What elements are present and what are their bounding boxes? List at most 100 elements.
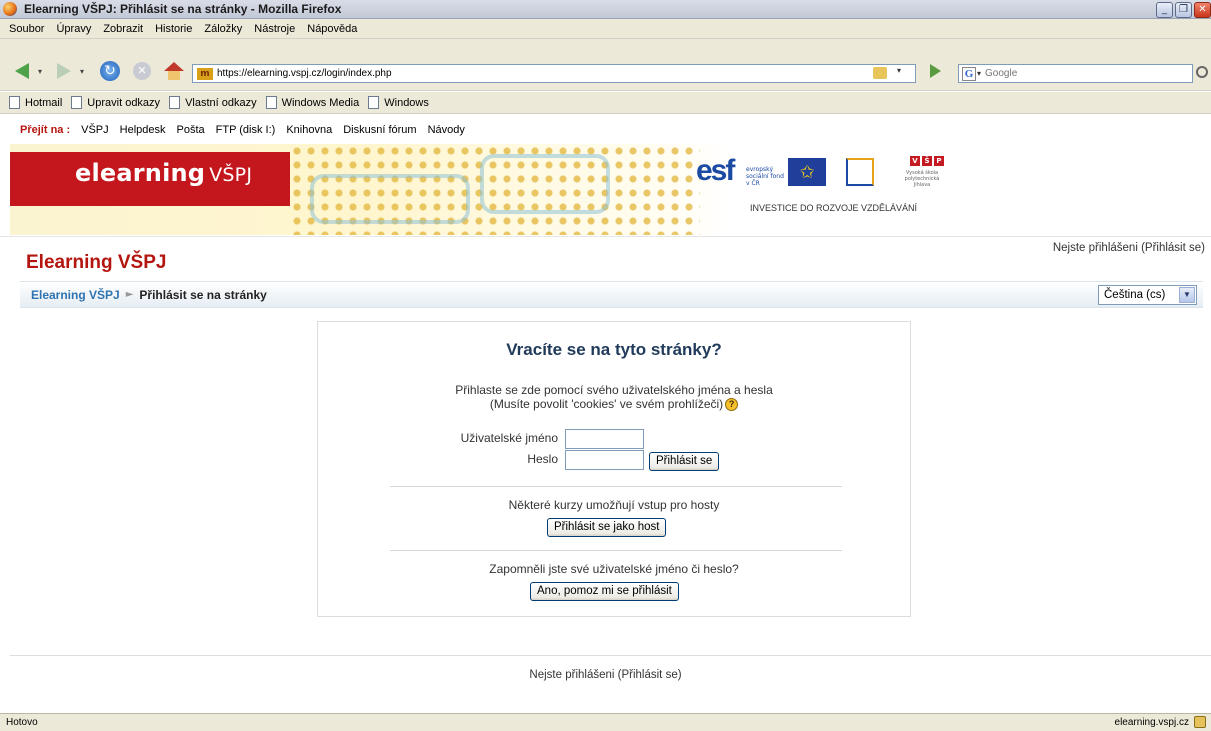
bookmark-label: Vlastní odkazy [185,96,257,109]
school-logo: V Š P [910,156,944,166]
menu-napoveda[interactable]: Nápověda [307,23,357,35]
search-box[interactable]: G ▾ [958,64,1193,83]
forward-button[interactable] [50,60,78,82]
op-logo-icon [846,158,874,186]
password-input[interactable] [565,450,644,470]
login-description: Přihlaste se zde pomocí svého uživatelsk… [318,383,910,412]
search-engine-icon[interactable]: G [962,66,976,81]
close-icon[interactable]: ✕ [1194,1,1211,18]
bookmark-windows[interactable]: Windows [368,96,429,109]
login-divider [390,486,842,487]
school-logo-letter: V [910,156,920,166]
reload-button[interactable]: ↻ [96,60,124,82]
site-favicon-icon: m [197,67,213,80]
login-info-prefix: Nejste přihlášeni ( [1052,242,1145,254]
site-logo[interactable]: elearning VŠPJ [75,159,252,187]
bookmark-label: Windows [384,96,429,109]
quicklink-knihovna[interactable]: Knihovna [286,124,332,136]
login-submit-button[interactable]: Přihlásit se [649,452,720,471]
window-title: Elearning VŠPJ: Přihlásit se na stránky … [24,2,342,16]
school-logo-letter: P [934,156,944,166]
login-divider [390,550,842,551]
logo-suffix-text: VŠPJ [209,164,253,186]
breadcrumb-separator-icon: ► [125,289,134,300]
menu-nastroje[interactable]: Nástroje [254,23,295,35]
home-icon [164,62,184,80]
footer-divider [10,655,1211,656]
bookmark-hotmail[interactable]: Hotmail [9,96,62,109]
url-bar[interactable]: m https://elearning.vspj.cz/login/index.… [192,64,916,83]
back-history-dropdown[interactable]: ▾ [34,60,46,82]
quicklink-posta[interactable]: Pošta [177,124,205,136]
home-button[interactable] [160,60,188,82]
stop-button[interactable]: ✕ [128,60,156,82]
bookmark-windows-media[interactable]: Windows Media [265,96,359,109]
back-button[interactable] [8,60,36,82]
forward-arrow-icon [57,63,71,79]
banner-decoration [310,174,470,224]
language-select[interactable]: Čeština (cs) ▼ [1098,285,1197,305]
username-label: Uživatelské jméno [460,431,558,445]
quicklink-ftp[interactable]: FTP (disk I:) [216,124,276,136]
menu-zalozky[interactable]: Záložky [204,23,242,35]
esf-logo: esf [696,154,735,187]
quicklink-forum[interactable]: Diskusní fórum [343,124,416,136]
search-icon[interactable] [1196,66,1208,78]
page-icon [265,96,277,109]
login-heading: Vracíte se na tyto stránky? [506,340,722,359]
forgot-password-button[interactable]: Ano, pomoz mi se přihlásit [530,582,679,601]
footer-info-prefix: Nejste přihlášeni ( [529,669,622,681]
padlock-icon[interactable] [1194,716,1206,728]
login-link-top[interactable]: Přihlásit se [1145,242,1201,254]
go-button[interactable] [930,64,941,78]
chevron-down-icon: ▾ [37,66,42,76]
quicklink-helpdesk[interactable]: Helpdesk [120,124,166,136]
url-history-dropdown-icon[interactable]: ▾ [897,66,901,75]
page-title: Elearning VŠPJ [26,252,167,273]
bookmark-label: Hotmail [25,96,63,109]
bookmark-vlastni-odkazy[interactable]: Vlastní odkazy [169,96,257,109]
login-desc-line2: (Musíte povolit 'cookies' ve svém prohlí… [489,397,724,411]
reload-icon: ↻ [100,61,120,81]
guest-login-button[interactable]: Přihlásit se jako host [547,518,667,537]
school-logo-subtitle: Vysoká škola polytechnická Jihlava [904,170,940,188]
username-input[interactable] [565,429,644,449]
rss-icon[interactable] [873,67,887,79]
search-input[interactable] [985,68,1166,79]
login-info-suffix: ) [1201,242,1205,254]
menu-soubor[interactable]: Soubor [9,23,44,35]
bookmarks-toolbar: Hotmail Upravit odkazy Vlastní odkazy Wi… [0,92,1211,114]
status-domain: elearning.vspj.cz [1114,717,1189,728]
eu-caption: INVESTICE DO ROZVOJE VZDĚLÁVÁNÍ [750,203,918,213]
banner-decoration [480,154,610,214]
menu-zobrazit[interactable]: Zobrazit [103,23,143,35]
restore-icon[interactable]: ❐ [1175,1,1192,18]
bookmark-upravit-odkazy[interactable]: Upravit odkazy [71,96,160,109]
page-icon [71,96,83,109]
window-titlebar: Elearning VŠPJ: Přihlásit se na stránky … [0,0,1211,19]
chevron-down-icon[interactable]: ▾ [977,69,981,78]
page-icon [368,96,380,109]
quicklink-vspj[interactable]: VŠPJ [81,124,109,136]
menu-historie[interactable]: Historie [155,23,192,35]
minimize-icon[interactable]: _ [1156,1,1173,18]
login-info-footer: Nejste přihlášeni (Přihlásit se) [0,669,1211,681]
header-divider [0,236,1211,237]
page-icon [169,96,181,109]
forgot-text: Zapomněli jste své uživatelské jméno či … [489,562,739,576]
site-banner: elearning VŠPJ [10,144,1211,235]
status-bar: Hotovo elearning.vspj.cz [0,713,1211,731]
footer-info-suffix: ) [677,669,682,681]
logo-main-text: elearning [75,159,206,187]
login-link-footer[interactable]: Přihlásit se [621,669,677,681]
stop-icon: ✕ [133,62,151,80]
quicklink-navody[interactable]: Návody [428,124,465,136]
url-text[interactable]: https://elearning.vspj.cz/login/index.ph… [217,68,392,79]
login-info-top: Nejste přihlášeni (Přihlásit se) [1053,242,1205,254]
menu-upravy[interactable]: Úpravy [56,23,91,35]
forward-history-dropdown[interactable]: ▾ [76,60,88,82]
help-icon[interactable]: ? [725,398,739,412]
chevron-down-icon[interactable]: ▼ [1179,287,1195,303]
breadcrumb-home-link[interactable]: Elearning VŠPJ [31,288,120,302]
login-desc-line2-wrap: (Musíte povolit 'cookies' ve svém prohlí… [318,397,910,412]
